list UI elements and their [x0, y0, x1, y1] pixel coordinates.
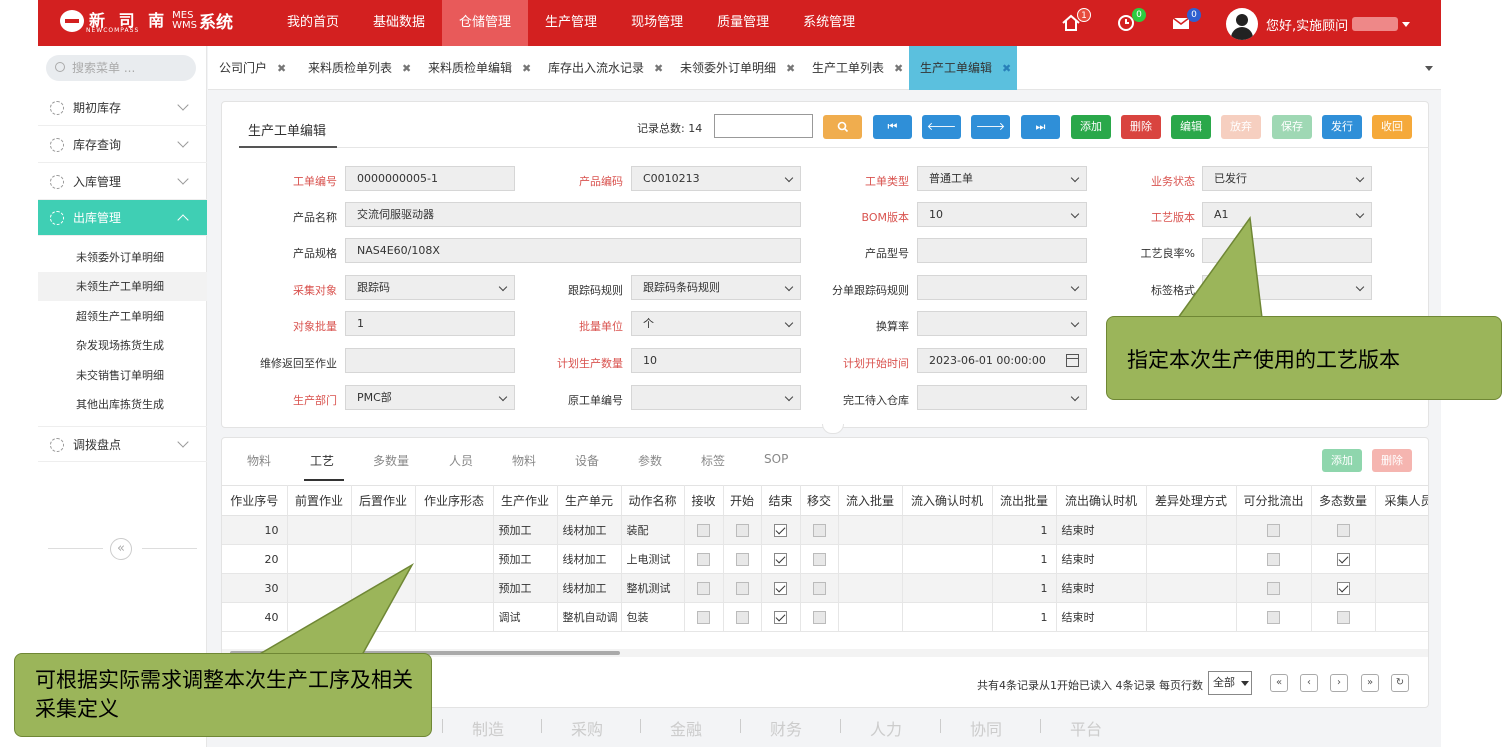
callout-text: 可根据实际需求调整本次生产工序及相关采集定义	[35, 668, 413, 721]
callout-pointer-right	[1176, 216, 1263, 319]
callout-pointer-left	[255, 562, 414, 656]
callout-process-steps: 可根据实际需求调整本次生产工序及相关采集定义	[14, 653, 432, 737]
callout-text: 指定本次生产使用的工艺版本	[1127, 348, 1400, 372]
callout-process-version: 指定本次生产使用的工艺版本	[1106, 316, 1502, 400]
